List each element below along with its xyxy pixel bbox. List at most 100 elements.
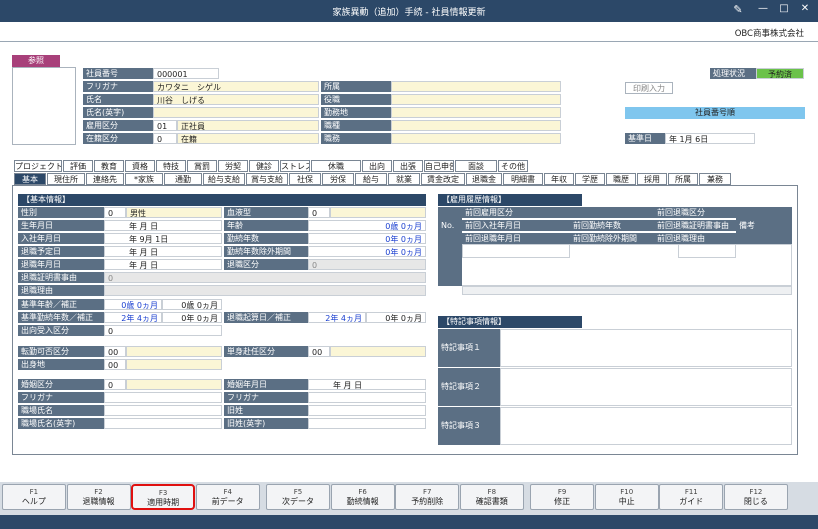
tab-14-row1[interactable]: 面談 — [455, 160, 497, 172]
fkey-f1-button[interactable]: F1 ヘルプ — [1, 484, 66, 510]
base-age-adjust[interactable]: 0歳 0ヵ月 — [162, 299, 222, 310]
tab-9-row2[interactable]: 労保 — [322, 173, 354, 185]
retire-plan-label: 退職予定日 — [18, 246, 104, 257]
history-row-cell[interactable] — [462, 244, 570, 258]
base-date-value[interactable]: 年 1月 6日 — [665, 133, 755, 144]
work-name-value[interactable] — [104, 405, 222, 416]
transfer-code[interactable]: 00 — [104, 346, 126, 357]
close-button[interactable]: ✕ — [798, 3, 812, 14]
tab-19-row2[interactable]: 所属 — [668, 173, 698, 185]
tab-4-row2[interactable]: *家族 — [125, 173, 163, 185]
tab-14-row2[interactable]: 明細書 — [503, 173, 543, 185]
retire-start-adjust[interactable]: 0年 0ヵ月 — [366, 312, 426, 323]
base-years-adjust[interactable]: 0年 0ヵ月 — [162, 312, 222, 323]
tab-8-row2[interactable]: 社保 — [289, 173, 321, 185]
position-value[interactable] — [391, 94, 561, 105]
tab-7-row1[interactable]: 労契 — [218, 160, 248, 172]
tool-icon[interactable]: ✎ — [731, 3, 745, 16]
fkey-f7-button[interactable]: F7 予約削除 — [395, 484, 460, 510]
base-age-value: 0歳 0ヵ月 — [104, 299, 162, 310]
special-3-value[interactable] — [500, 407, 792, 445]
tab-17-row2[interactable]: 職歴 — [606, 173, 636, 185]
marriage-date-value[interactable]: 年 月 日 — [308, 379, 426, 390]
fkey-f11-button[interactable]: F11 ガイド — [659, 484, 724, 510]
tab-6-row2[interactable]: 給与支給 — [203, 173, 245, 185]
special-1-value[interactable] — [500, 329, 792, 367]
minimize-button[interactable]: — — [756, 3, 770, 14]
old-name-en-value[interactable] — [308, 418, 426, 429]
old-name-en-label: 旧姓(英字) — [224, 418, 308, 429]
tab-7-row2[interactable]: 賞与支給 — [246, 173, 288, 185]
fkey-f4-button[interactable]: F4 前データ — [195, 484, 260, 510]
special-2-value[interactable] — [500, 368, 792, 406]
tab-13-row1[interactable]: 自己申告 — [424, 160, 454, 172]
tab-18-row2[interactable]: 採用 — [637, 173, 667, 185]
job-type-value[interactable] — [391, 120, 561, 131]
gender-code[interactable]: 0 — [104, 207, 126, 218]
tab-9-row1[interactable]: ストレスチ — [280, 160, 310, 172]
furigana-2-value[interactable] — [308, 392, 426, 403]
old-name-value[interactable] — [308, 405, 426, 416]
birth-value[interactable]: 年 月 日 — [104, 220, 222, 231]
fkey-f2-button[interactable]: F2 退職情報 — [66, 484, 131, 510]
tab-11-row1[interactable]: 出向 — [362, 160, 392, 172]
tab-10-row1[interactable]: 休職 — [311, 160, 361, 172]
fkey-f6-button[interactable]: F6 勤続情報 — [330, 484, 395, 510]
tab-6-row1[interactable]: 賞罰 — [187, 160, 217, 172]
employee-no-value[interactable]: 000001 — [153, 68, 219, 79]
fkey-f10-button[interactable]: F10 中止 — [594, 484, 659, 510]
retire-plan-value[interactable]: 年 月 日 — [104, 246, 222, 257]
company-bar: OBC商事株式会社 — [0, 22, 818, 42]
tab-2-row2[interactable]: 現住所 — [47, 173, 85, 185]
fkey-f8-button[interactable]: F8 確認書類 — [459, 484, 524, 510]
age-label: 年齢 — [224, 220, 308, 231]
enrollment-code[interactable]: 0 — [153, 133, 177, 144]
tab-5-row2[interactable]: 通勤 — [164, 173, 202, 185]
tab-5-row1[interactable]: 特技 — [156, 160, 186, 172]
dispatch-in-code[interactable]: 0 — [104, 325, 222, 336]
tab-3-row1[interactable]: 教育 — [94, 160, 124, 172]
single-code[interactable]: 00 — [308, 346, 330, 357]
fkey-code: F4 — [223, 488, 232, 496]
birthplace-code[interactable]: 00 — [104, 359, 126, 370]
tab-16-row2[interactable]: 学歴 — [575, 173, 605, 185]
tab-12-row1[interactable]: 出張 — [393, 160, 423, 172]
photo-reference-button[interactable]: 参照 — [12, 55, 60, 67]
name-en-value[interactable] — [153, 107, 319, 118]
tab-15-row1[interactable]: その他 — [498, 160, 528, 172]
fkey-f12-button[interactable]: F12 閉じる — [723, 484, 788, 510]
furigana-1-value[interactable] — [104, 392, 222, 403]
tab-1-row1[interactable]: プロジェクト — [14, 160, 62, 172]
history-row-cell[interactable] — [678, 244, 736, 258]
tab-20-row2[interactable]: 兼務 — [699, 173, 731, 185]
employee-number-order[interactable]: 社員番号順 — [625, 107, 805, 119]
retire-start-value: 2年 4ヵ月 — [308, 312, 366, 323]
tab-3-row2[interactable]: 連絡先 — [86, 173, 124, 185]
shorten-input-button[interactable]: 印刷入力 — [625, 82, 673, 94]
tab-15-row2[interactable]: 年収 — [544, 173, 574, 185]
furigana-value[interactable]: カワタニ シゲル — [153, 81, 319, 92]
blood-code[interactable]: 0 — [308, 207, 330, 218]
fkey-f5-button[interactable]: F5 次データ — [266, 484, 330, 510]
tab-8-row1[interactable]: 健診 — [249, 160, 279, 172]
tab-1-row2[interactable]: 基本 — [14, 173, 46, 185]
name-value[interactable]: 川谷 しげる — [153, 94, 319, 105]
affiliation-value[interactable] — [391, 81, 561, 92]
retire-value[interactable]: 年 月 日 — [104, 259, 222, 270]
history-scrollbar[interactable] — [462, 286, 792, 295]
tab-11-row2[interactable]: 就業 — [388, 173, 420, 185]
maximize-button[interactable]: □ — [777, 3, 791, 14]
fkey-f9-button[interactable]: F9 修正 — [530, 484, 595, 510]
tab-12-row2[interactable]: 賃金改定 — [421, 173, 465, 185]
employment-code[interactable]: 01 — [153, 120, 177, 131]
tab-10-row2[interactable]: 給与 — [355, 173, 387, 185]
tab-4-row1[interactable]: 資格 — [125, 160, 155, 172]
fkey-f3-button[interactable]: F3 適用時期 — [131, 484, 196, 510]
tab-2-row1[interactable]: 評価 — [63, 160, 93, 172]
duty-value[interactable] — [391, 133, 561, 144]
work-name-en-value[interactable] — [104, 418, 222, 429]
workplace-value[interactable] — [391, 107, 561, 118]
join-value[interactable]: 年 9月 1日 — [104, 233, 222, 244]
tab-13-row2[interactable]: 退職金 — [466, 173, 502, 185]
marriage-code[interactable]: 0 — [104, 379, 126, 390]
